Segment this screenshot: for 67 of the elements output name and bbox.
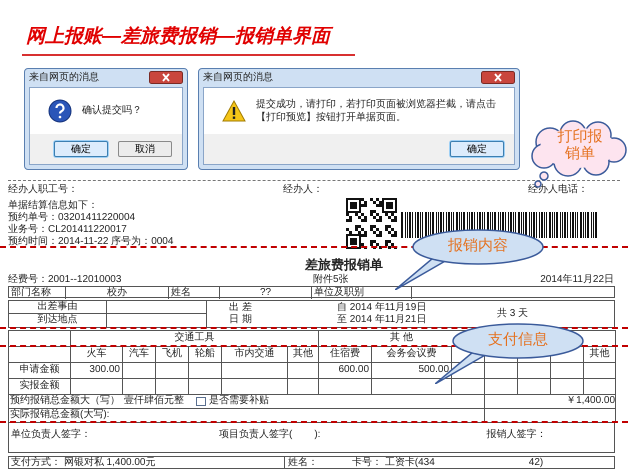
- table-cell-text: 出 差: [229, 302, 253, 314]
- column-header: 汽车: [129, 348, 149, 360]
- dialog-button[interactable]: 取消: [118, 140, 172, 157]
- dialog-title: 来自网页的消息: [29, 70, 99, 86]
- column-header: 会务会议费: [386, 348, 437, 360]
- warning-icon: [222, 100, 246, 122]
- table-cell: 交通工具: [174, 332, 215, 344]
- table-cell: 校办: [107, 286, 127, 299]
- table-cell: 300.00: [89, 364, 120, 376]
- table-cell: 部门名称: [11, 286, 51, 299]
- dialog-message: 确认提交吗？: [82, 104, 142, 118]
- row-header: 预约报销总金额大（写）: [10, 395, 120, 408]
- card-number: 42): [528, 456, 544, 468]
- close-icon[interactable]: [481, 71, 515, 84]
- table-cell: 姓名: [171, 286, 191, 299]
- signature-label: 单位负责人签字：: [11, 428, 92, 441]
- total-amount: ￥1,400.00: [566, 395, 616, 406]
- row-header: 实报金额: [20, 380, 60, 392]
- table-cell: 共 3 天: [497, 308, 528, 320]
- column-header: 住宿费: [330, 348, 360, 360]
- callout-text: 报销内容: [447, 237, 509, 255]
- close-icon[interactable]: [149, 71, 183, 84]
- form-date: 2014年11月22日: [540, 274, 614, 286]
- dialog-title: 来自网页的消息: [203, 70, 273, 86]
- subsidy-checkbox[interactable]: [196, 396, 206, 406]
- table-cell: 出差事由: [38, 300, 78, 313]
- dialog-button[interactable]: 确定: [54, 140, 108, 157]
- dialog-message: 提交成功，请打印，若打印页面被浏览器拦截，请点击【打印预览】按钮打开单据页面。: [256, 98, 496, 124]
- table-cell: 到达地点: [38, 314, 78, 326]
- callout-text: 支付信息: [487, 331, 549, 349]
- form-title: 差旅费报销单: [305, 256, 383, 272]
- signature-label: 报销人签字：: [486, 428, 546, 441]
- table-cell-text: 至 2014 年11月21日: [337, 314, 428, 326]
- qr-code: [346, 198, 397, 249]
- info-line: 预约单号：03201411220004: [8, 212, 136, 224]
- row-header: 实际报销总金额(大写):: [10, 409, 110, 420]
- column-header: 轮船: [195, 348, 215, 360]
- info-line: 单据结算信息如下：: [8, 200, 99, 212]
- table-cell: 单位及职别: [314, 286, 364, 299]
- column-header: 其他: [590, 348, 610, 360]
- field-label: 经办人：: [283, 184, 323, 196]
- attachment-count: 附件5张: [313, 274, 349, 286]
- signature-label: ):: [314, 428, 322, 441]
- column-header: 市内交通: [234, 348, 274, 360]
- column-header: 火车: [86, 348, 106, 360]
- info-line: 预约时间：2014-11-22 序号为：0004: [8, 236, 174, 248]
- signature-label: 项目负责人签字(: [219, 428, 292, 441]
- table-cell: ??: [260, 286, 272, 299]
- callout-text: 打印报销单: [556, 128, 604, 162]
- field-label: 姓名：: [288, 456, 318, 468]
- table-cell: 600.00: [338, 364, 370, 376]
- table-cell-text: 日 期: [229, 314, 253, 326]
- column-header: 其他: [293, 348, 314, 360]
- table-cell: 壹仟肆佰元整: [124, 395, 184, 408]
- info-line: 业务号：CL201411220017: [8, 224, 128, 236]
- question-icon: [48, 98, 72, 123]
- payment-method: 支付方式： 网银对私 1,400.00元: [11, 456, 156, 468]
- field-label: 经办人职工号：: [8, 184, 78, 196]
- card-number: 卡号： 工资卡(434: [352, 456, 435, 468]
- table-cell: 其 他: [390, 332, 413, 344]
- column-header: 飞机: [162, 348, 182, 360]
- fund-number: 经费号：2001--12010003: [8, 274, 122, 286]
- checkbox-label: 是否需要补贴: [209, 395, 269, 408]
- dialog-button[interactable]: 确定: [450, 140, 504, 157]
- row-header: 申请金额: [20, 364, 60, 376]
- table-cell-text: 自 2014 年11月19日: [337, 302, 428, 314]
- table-cell: 500.00: [418, 364, 450, 376]
